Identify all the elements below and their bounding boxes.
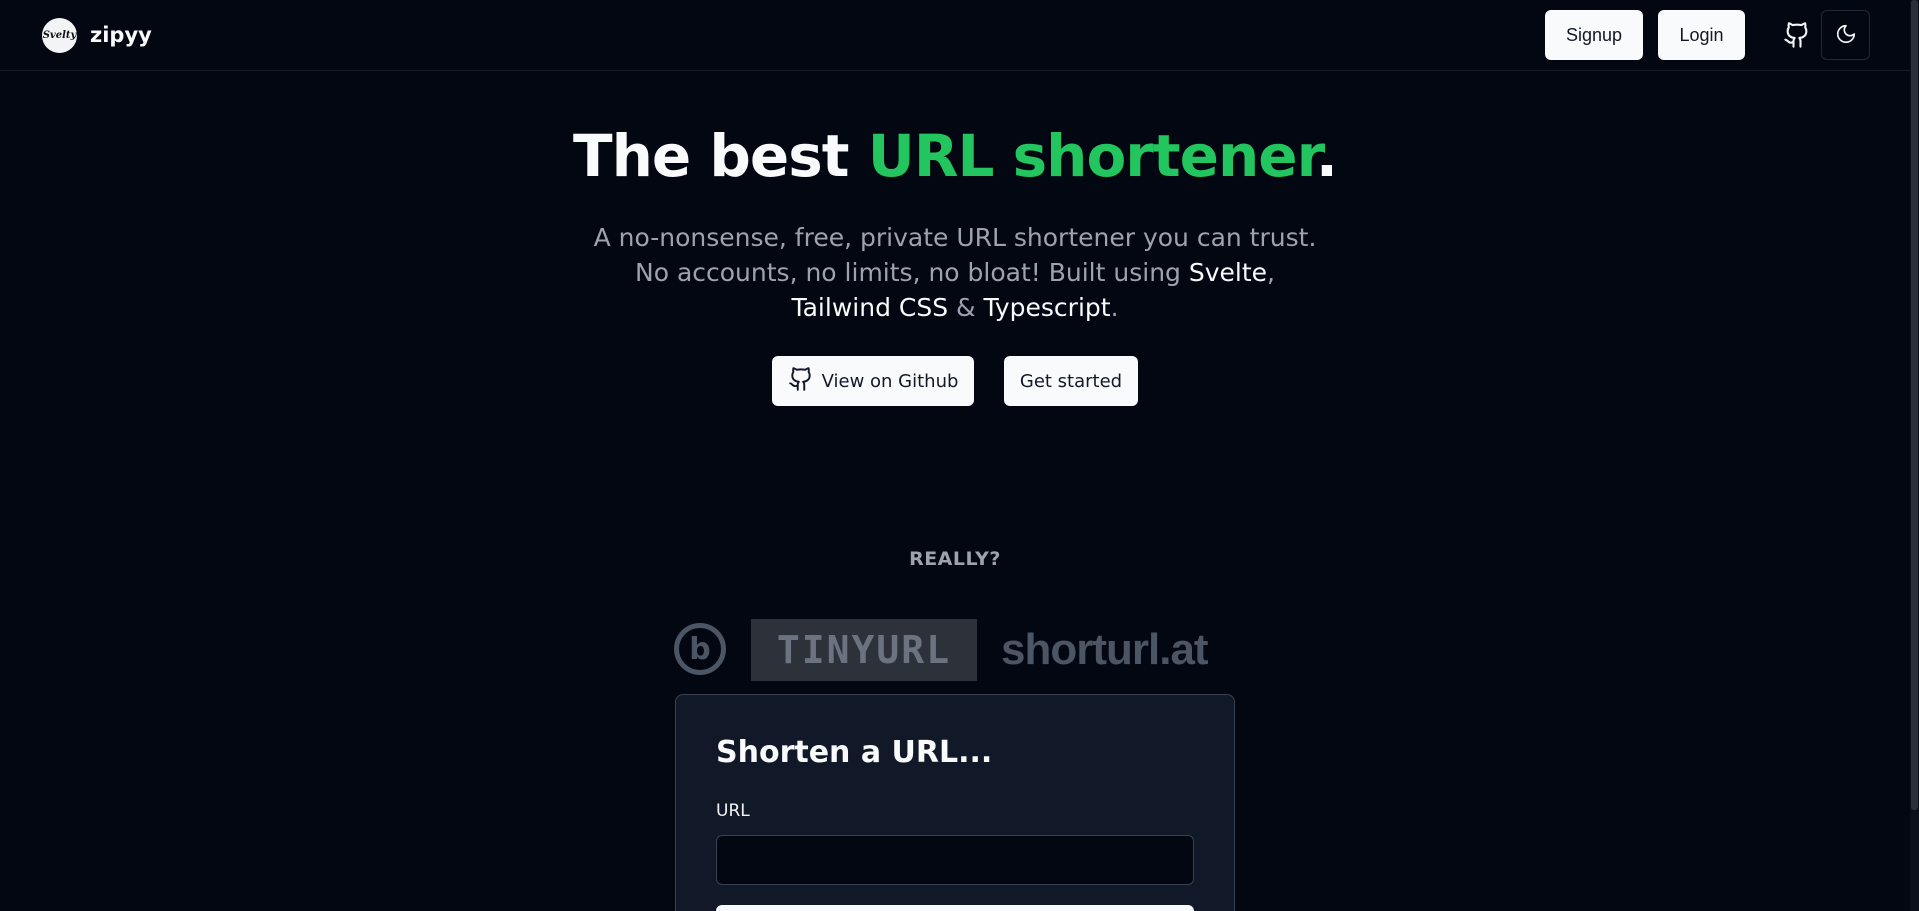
card-title: Shorten a URL...	[716, 735, 993, 770]
hero-title-accent: URL shortener	[867, 122, 1317, 190]
view-on-github-label: View on Github	[821, 370, 959, 392]
url-field-label: URL	[716, 801, 750, 821]
subtitle-sep-1: ,	[1267, 258, 1275, 287]
hero-subtitle: A no-nonsense, free, private URL shorten…	[590, 220, 1320, 325]
scrollbar-thumb[interactable]	[1911, 0, 1918, 810]
tinyurl-logo: TINYURL	[751, 619, 977, 681]
tech-tailwind: Tailwind CSS	[791, 293, 949, 322]
page: Svelty zipyy Signup Login The best URL s…	[0, 0, 1919, 911]
hero-title: The best URL shortener.	[0, 122, 1910, 190]
view-on-github-button[interactable]: View on Github	[772, 356, 974, 406]
competitor-logos: b TINYURL shorturl.at	[674, 617, 1234, 681]
bitly-logo-icon: b	[674, 623, 726, 675]
comparison-heading: REALLY?	[909, 548, 1001, 570]
signup-button[interactable]: Signup	[1545, 10, 1643, 60]
shorturl-logo: shorturl.at	[1001, 625, 1209, 674]
brand-name: zipyy	[90, 23, 152, 47]
top-navbar: Svelty zipyy Signup Login	[0, 0, 1910, 71]
subtitle-sep-2: &	[948, 293, 984, 322]
github-icon[interactable]	[1783, 20, 1811, 50]
tech-svelte: Svelte	[1188, 258, 1268, 287]
brand[interactable]: Svelty zipyy	[42, 17, 152, 53]
brand-logo-icon: Svelty	[42, 17, 77, 53]
shorten-submit-button[interactable]	[716, 905, 1194, 911]
moon-icon	[1835, 23, 1857, 48]
tech-typescript: Typescript	[983, 293, 1111, 322]
login-button[interactable]: Login	[1658, 10, 1745, 60]
github-icon	[788, 365, 822, 398]
get-started-button[interactable]: Get started	[1004, 356, 1138, 406]
subtitle-end: .	[1110, 293, 1119, 322]
hero-title-suffix: .	[1315, 122, 1338, 190]
theme-toggle-button[interactable]	[1821, 10, 1870, 60]
shorten-url-card: Shorten a URL... URL	[675, 694, 1235, 911]
url-input[interactable]	[716, 835, 1194, 885]
hero-title-prefix: The best	[573, 122, 868, 190]
